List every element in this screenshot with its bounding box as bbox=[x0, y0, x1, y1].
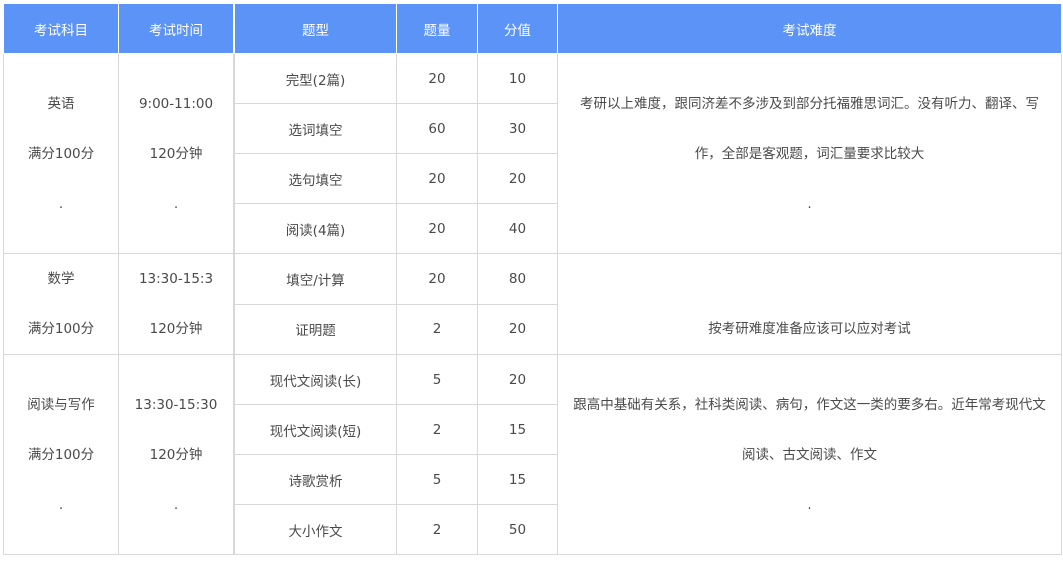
subject-row-reading: 阅读与写作 满分100分 . 13:30-15:30 120分钟 . bbox=[3, 354, 234, 555]
table-row: 现代文阅读(长) 5 20 跟高中基础有关系，社科类阅读、病句，作文这一类的要多… bbox=[234, 354, 1062, 555]
exam-duration: 120分钟 bbox=[149, 145, 203, 162]
count-cell: 20 bbox=[396, 203, 478, 254]
subject-name: 阅读与写作 bbox=[27, 396, 95, 413]
header-row: 题型 题量 分值 考试难度 bbox=[234, 3, 1062, 54]
exam-info-page: 考试科目 考试时间 英语 满分100分 . 9:00-11:00 120分钟 . bbox=[0, 0, 1063, 569]
count-cell: 20 bbox=[396, 153, 478, 204]
difficulty-cell-math: 按考研难度准备应该可以应对考试 bbox=[557, 253, 1062, 355]
subject-cell-reading: 阅读与写作 满分100分 . bbox=[3, 354, 119, 555]
type-cell: 诗歌赏析 bbox=[234, 454, 397, 505]
header-difficulty: 考试难度 bbox=[557, 3, 1062, 54]
count-cell: 5 bbox=[396, 454, 478, 505]
subject-full-score: 满分100分 bbox=[27, 145, 95, 162]
score-cell: 50 bbox=[477, 504, 558, 555]
difficulty-line: 阅读、古文阅读、作文 bbox=[742, 446, 877, 463]
time-cell-math: 13:30-15:3 120分钟 bbox=[118, 253, 234, 355]
type-cell: 现代文阅读(长) bbox=[234, 354, 397, 405]
type-cell: 选词填空 bbox=[234, 103, 397, 154]
count-cell: 5 bbox=[396, 354, 478, 405]
difficulty-line: 考研以上难度，跟同济差不多涉及到部分托福雅思词汇。没有听力、翻译、写 bbox=[580, 95, 1039, 112]
time-cell-english: 9:00-11:00 120分钟 . bbox=[118, 53, 234, 254]
difficulty-cell-english: 考研以上难度，跟同济差不多涉及到部分托福雅思词汇。没有听力、翻译、写 作，全部是… bbox=[557, 53, 1062, 254]
exam-time: 13:30-15:30 bbox=[134, 396, 218, 413]
exam-duration: 120分钟 bbox=[149, 446, 203, 463]
table-row: 填空/计算 20 80 按考研难度准备应该可以应对考试 bbox=[234, 253, 1062, 355]
subject-cell-english: 英语 满分100分 . bbox=[3, 53, 119, 254]
count-cell: 2 bbox=[396, 504, 478, 555]
subject-full-score: 满分100分 bbox=[27, 446, 95, 463]
score-cell: 15 bbox=[477, 454, 558, 505]
subject-time-table: 考试科目 考试时间 英语 满分100分 . 9:00-11:00 120分钟 . bbox=[3, 3, 234, 555]
table-row: 完型(2篇) 20 10 考研以上难度，跟同济差不多涉及到部分托福雅思词汇。没有… bbox=[234, 53, 1062, 254]
count-cell: 2 bbox=[396, 303, 478, 355]
header-score: 分值 bbox=[477, 3, 558, 54]
count-cell: 20 bbox=[396, 253, 478, 305]
question-type-table: 题型 题量 分值 考试难度 完型(2篇) 20 10 考研以上难度，跟同济差不多… bbox=[234, 3, 1062, 555]
score-cell: 20 bbox=[477, 303, 558, 355]
exam-time: 9:00-11:00 bbox=[138, 95, 214, 112]
subject-row-math: 数学 满分100分 13:30-15:3 120分钟 bbox=[3, 253, 234, 355]
subject-row-english: 英语 满分100分 . 9:00-11:00 120分钟 . bbox=[3, 53, 234, 254]
type-cell: 大小作文 bbox=[234, 504, 397, 555]
header-type: 题型 bbox=[234, 3, 397, 54]
score-cell: 80 bbox=[477, 253, 558, 305]
difficulty-dot: . bbox=[807, 496, 812, 513]
type-cell: 现代文阅读(短) bbox=[234, 404, 397, 455]
header-time: 考试时间 bbox=[118, 3, 234, 54]
subject-name: 英语 bbox=[47, 95, 75, 112]
subject-dot: . bbox=[58, 195, 64, 212]
subject-full-score: 满分100分 bbox=[27, 321, 95, 337]
header-row: 考试科目 考试时间 bbox=[3, 3, 234, 54]
count-cell: 20 bbox=[396, 53, 478, 104]
header-count: 题量 bbox=[396, 3, 478, 54]
score-cell: 30 bbox=[477, 103, 558, 154]
difficulty-cell-reading: 跟高中基础有关系，社科类阅读、病句，作文这一类的要多右。近年常考现代文 阅读、古… bbox=[557, 354, 1062, 555]
type-cell: 完型(2篇) bbox=[234, 53, 397, 104]
difficulty-line: 按考研难度准备应该可以应对考试 bbox=[708, 321, 911, 337]
subject-cell-math: 数学 满分100分 bbox=[3, 253, 119, 355]
type-cell: 填空/计算 bbox=[234, 253, 397, 305]
difficulty-line: 作，全部是客观题，词汇量要求比较大 bbox=[694, 145, 925, 162]
type-cell: 选句填空 bbox=[234, 153, 397, 204]
exam-duration: 120分钟 bbox=[149, 321, 203, 337]
time-dot: . bbox=[173, 195, 179, 212]
subject-name: 数学 bbox=[47, 271, 75, 287]
subject-dot: . bbox=[58, 496, 64, 513]
difficulty-dot: . bbox=[807, 195, 812, 212]
header-subject: 考试科目 bbox=[3, 3, 119, 54]
type-cell: 证明题 bbox=[234, 303, 397, 355]
score-cell: 10 bbox=[477, 53, 558, 104]
count-cell: 2 bbox=[396, 404, 478, 455]
type-cell: 阅读(4篇) bbox=[234, 203, 397, 254]
count-cell: 60 bbox=[396, 103, 478, 154]
difficulty-line: 跟高中基础有关系，社科类阅读、病句，作文这一类的要多右。近年常考现代文 bbox=[573, 396, 1046, 413]
time-cell-reading: 13:30-15:30 120分钟 . bbox=[118, 354, 234, 555]
score-cell: 20 bbox=[477, 153, 558, 204]
score-cell: 20 bbox=[477, 354, 558, 405]
score-cell: 40 bbox=[477, 203, 558, 254]
score-cell: 15 bbox=[477, 404, 558, 455]
time-dot: . bbox=[173, 496, 179, 513]
exam-time: 13:30-15:3 bbox=[138, 271, 214, 287]
